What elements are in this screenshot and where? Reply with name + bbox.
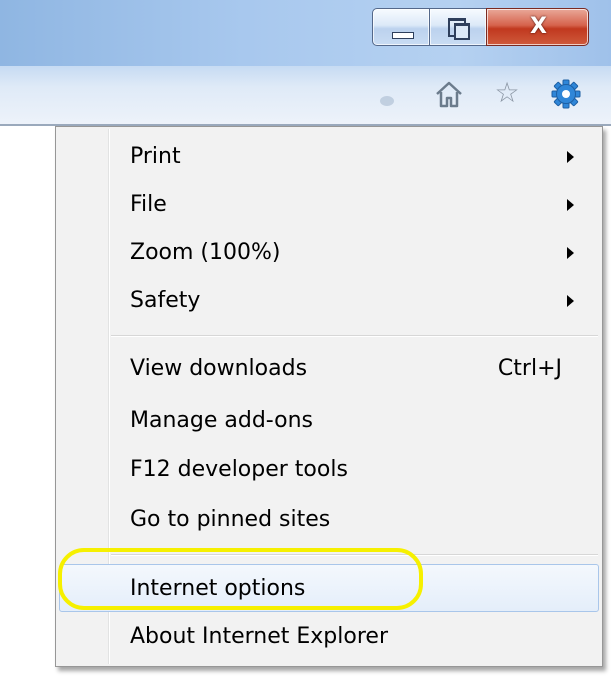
menu-separator-highlight: [111, 336, 598, 337]
menu-item-print[interactable]: Print: [59, 133, 599, 181]
menu-item-zoom[interactable]: Zoom (100%): [59, 229, 599, 277]
menu-item-label: Print: [130, 144, 181, 169]
menu-item-internet-options[interactable]: Internet options: [59, 564, 599, 612]
menu-item-about-internet-explorer[interactable]: About Internet Explorer: [59, 613, 599, 661]
menu-item-label: Zoom (100%): [130, 240, 281, 265]
favorites-star-icon[interactable]: ☆: [490, 76, 524, 110]
menu-item-label: Manage add-ons: [130, 408, 314, 433]
menu-item-label: F12 developer tools: [130, 457, 348, 482]
browser-screenshot: X ☆ Print File Zoom (100%) Safety View d…: [0, 0, 611, 684]
close-button[interactable]: X: [486, 8, 589, 46]
menu-item-label: About Internet Explorer: [130, 624, 388, 649]
close-icon: X: [530, 14, 547, 39]
menu-item-label: View downloads: [130, 356, 308, 381]
menu-item-label: Safety: [130, 288, 201, 313]
submenu-arrow-icon: [567, 295, 574, 307]
minimize-button[interactable]: [372, 8, 430, 46]
menu-item-view-downloads[interactable]: View downloads Ctrl+J: [59, 345, 599, 393]
submenu-arrow-icon: [567, 247, 574, 259]
minimize-icon: [392, 32, 414, 39]
submenu-arrow-icon: [567, 151, 574, 163]
menu-item-manage-add-ons[interactable]: Manage add-ons: [59, 397, 599, 445]
tools-menu: Print File Zoom (100%) Safety View downl…: [55, 126, 603, 667]
menu-item-shortcut: Ctrl+J: [497, 356, 562, 381]
gear-icon[interactable]: [549, 77, 583, 111]
menu-item-f12-developer-tools[interactable]: F12 developer tools: [59, 446, 599, 494]
restore-icon-front: [454, 23, 470, 40]
menu-separator-highlight: [111, 555, 598, 556]
menu-item-label: Internet options: [130, 576, 306, 601]
menu-item-file[interactable]: File: [59, 181, 599, 229]
address-bar-fragment: [380, 96, 394, 106]
menu-item-safety[interactable]: Safety: [59, 277, 599, 325]
menu-item-label: File: [130, 192, 167, 217]
menu-item-label: Go to pinned sites: [130, 507, 331, 532]
home-icon[interactable]: [432, 77, 466, 111]
restore-button[interactable]: [429, 8, 487, 46]
menu-item-go-to-pinned-sites[interactable]: Go to pinned sites: [59, 496, 599, 544]
submenu-arrow-icon: [567, 199, 574, 211]
